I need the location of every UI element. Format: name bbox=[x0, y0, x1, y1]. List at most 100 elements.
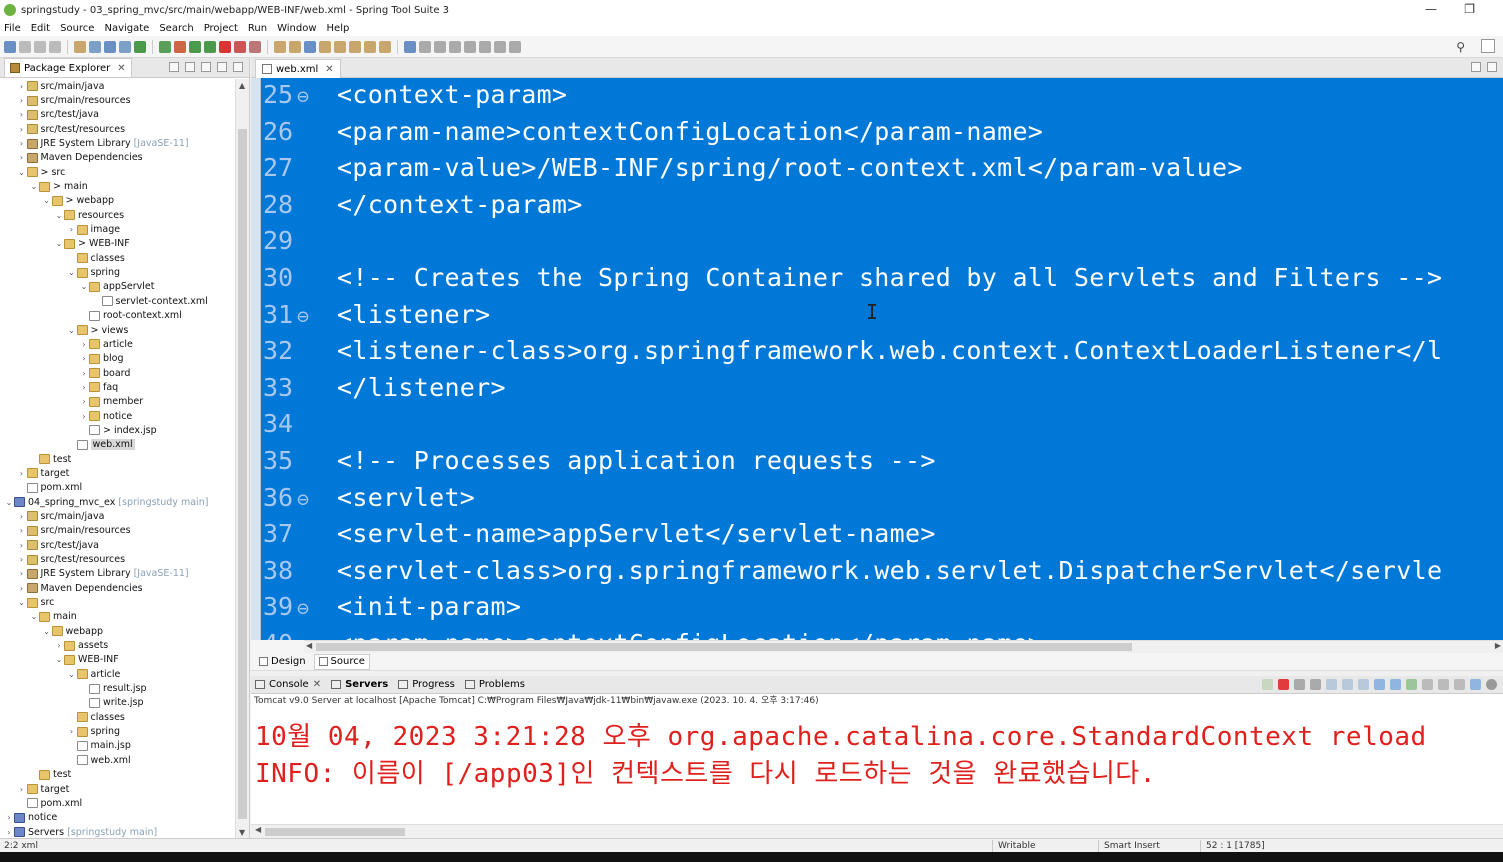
code-editor[interactable]: I 25 ⊖ <context-param> 26 <param-name>conte… bbox=[251, 78, 1503, 640]
scroll-left-icon[interactable]: ◀ bbox=[306, 641, 312, 650]
tree-item[interactable]: test bbox=[0, 452, 234, 466]
collapsed-arrow-icon[interactable]: › bbox=[79, 369, 89, 378]
tree-item[interactable]: › target bbox=[0, 466, 234, 480]
close-icon[interactable]: ✕ bbox=[117, 63, 125, 74]
fold-icon[interactable]: ⊖ bbox=[297, 84, 309, 108]
fold-icon[interactable]: ⊖ bbox=[297, 304, 309, 328]
restore-button[interactable]: ❐ bbox=[1464, 2, 1475, 16]
explorer-scrollbar[interactable]: ▲ ▼ bbox=[235, 79, 249, 839]
tree-item[interactable]: ⌄ main bbox=[0, 610, 234, 624]
scroll-down-icon[interactable]: ▼ bbox=[239, 828, 245, 837]
tab-web-xml[interactable]: web.xml ✕ bbox=[255, 59, 341, 78]
tab-console[interactable]: Console ✕ bbox=[255, 679, 321, 690]
expanded-arrow-icon[interactable]: ⌄ bbox=[42, 627, 52, 636]
minimize-icon[interactable] bbox=[1471, 62, 1481, 72]
collapsed-arrow-icon[interactable]: › bbox=[17, 584, 27, 593]
gear-icon[interactable] bbox=[1486, 679, 1497, 690]
collapsed-arrow-icon[interactable]: › bbox=[17, 110, 27, 119]
tree-item[interactable]: web.xml bbox=[0, 438, 234, 452]
expanded-arrow-icon[interactable]: ⌄ bbox=[29, 182, 39, 191]
tree-item[interactable]: › faq bbox=[0, 380, 234, 394]
clear-console-icon[interactable] bbox=[1326, 679, 1337, 690]
stop-icon[interactable] bbox=[1278, 679, 1289, 690]
minimize-icon[interactable] bbox=[217, 62, 227, 72]
scroll-thumb[interactable] bbox=[265, 828, 405, 836]
open-resource-icon[interactable] bbox=[334, 40, 346, 53]
tree-item[interactable]: pom.xml bbox=[0, 796, 234, 810]
tree-item[interactable]: root-context.xml bbox=[0, 309, 234, 323]
expanded-arrow-icon[interactable]: ⌄ bbox=[79, 282, 89, 291]
open-type-icon[interactable] bbox=[74, 40, 86, 53]
tree-item[interactable]: ⌄ spring bbox=[0, 265, 234, 279]
expanded-arrow-icon[interactable]: ⌄ bbox=[17, 168, 27, 177]
collapsed-arrow-icon[interactable]: › bbox=[17, 785, 27, 794]
restart-icon[interactable] bbox=[1262, 679, 1273, 690]
tree-item[interactable]: › member bbox=[0, 395, 234, 409]
tab-problems[interactable]: Problems bbox=[464, 679, 525, 690]
minimize-button[interactable]: — bbox=[1425, 2, 1437, 16]
fold-icon[interactable]: ⊖ bbox=[297, 487, 309, 511]
tree-item[interactable]: › blog bbox=[0, 352, 234, 366]
tree-item[interactable]: › assets bbox=[0, 638, 234, 652]
toggle-mark-icon[interactable] bbox=[104, 40, 116, 53]
expanded-arrow-icon[interactable]: ⌄ bbox=[42, 196, 52, 205]
back-icon[interactable] bbox=[464, 40, 476, 53]
tree-item[interactable]: › src/main/java bbox=[0, 509, 234, 523]
print-icon[interactable] bbox=[49, 40, 61, 53]
expanded-arrow-icon[interactable]: ⌄ bbox=[17, 598, 27, 607]
run-external-icon[interactable] bbox=[189, 40, 201, 53]
expanded-arrow-icon[interactable]: ⌄ bbox=[54, 211, 64, 220]
tab-servers[interactable]: Servers bbox=[331, 679, 388, 690]
run-icon[interactable] bbox=[174, 40, 186, 53]
tree-item[interactable]: › src/test/java bbox=[0, 108, 234, 122]
expanded-arrow-icon[interactable]: ⌄ bbox=[67, 670, 77, 679]
tree-item[interactable]: › article bbox=[0, 337, 234, 351]
collapsed-arrow-icon[interactable]: › bbox=[79, 412, 89, 421]
collapsed-arrow-icon[interactable]: › bbox=[17, 526, 27, 535]
collapsed-arrow-icon[interactable]: › bbox=[79, 340, 89, 349]
pin-icon[interactable] bbox=[404, 40, 416, 53]
search-icon[interactable] bbox=[89, 40, 101, 53]
editor-hscrollbar[interactable]: ◀ ▶ bbox=[304, 640, 1503, 653]
menu-project[interactable]: Project bbox=[204, 23, 238, 34]
tree-item[interactable]: › JRE System Library [JavaSE-11] bbox=[0, 136, 234, 150]
remove-all-icon[interactable] bbox=[1310, 679, 1321, 690]
new-package-icon[interactable] bbox=[274, 40, 286, 53]
collapse-all-icon[interactable] bbox=[169, 62, 179, 72]
remove-icon[interactable] bbox=[1294, 679, 1305, 690]
scroll-thumb[interactable] bbox=[316, 643, 1132, 651]
new-java-icon[interactable] bbox=[304, 40, 316, 53]
show-on-stdout-icon[interactable] bbox=[1374, 679, 1385, 690]
collapsed-arrow-icon[interactable]: › bbox=[17, 541, 27, 550]
expanded-arrow-icon[interactable]: ⌄ bbox=[4, 498, 14, 507]
menu-file[interactable]: File bbox=[4, 23, 21, 34]
close-icon[interactable]: ✕ bbox=[313, 679, 321, 690]
maximize-icon[interactable] bbox=[1470, 679, 1481, 690]
tree-item[interactable]: › JRE System Library [JavaSE-11] bbox=[0, 567, 234, 581]
collapsed-arrow-icon[interactable]: › bbox=[17, 125, 27, 134]
collapsed-arrow-icon[interactable]: › bbox=[79, 354, 89, 363]
last-edit-icon[interactable] bbox=[449, 40, 461, 53]
quick-access-icon[interactable] bbox=[509, 40, 521, 53]
collapsed-arrow-icon[interactable]: › bbox=[17, 569, 27, 578]
view-menu-icon[interactable] bbox=[201, 62, 211, 72]
tree-item[interactable]: ⌄ appServlet bbox=[0, 280, 234, 294]
tree-item[interactable]: › notice bbox=[0, 811, 234, 825]
open-perspective-icon[interactable] bbox=[494, 40, 506, 53]
tree-item[interactable]: › target bbox=[0, 782, 234, 796]
minimize-icon[interactable] bbox=[1454, 679, 1465, 690]
menu-run[interactable]: Run bbox=[248, 23, 267, 34]
new-class-icon[interactable] bbox=[289, 40, 301, 53]
collapsed-arrow-icon[interactable]: › bbox=[54, 641, 64, 650]
collapsed-arrow-icon[interactable]: › bbox=[17, 153, 27, 162]
maximize-icon[interactable] bbox=[1487, 62, 1497, 72]
tree-item[interactable]: › Maven Dependencies bbox=[0, 581, 234, 595]
tree-item[interactable]: > index.jsp bbox=[0, 423, 234, 437]
tree-item[interactable]: pom.xml bbox=[0, 481, 234, 495]
tree-item[interactable]: ⌄ > src bbox=[0, 165, 234, 179]
tree-item[interactable]: › board bbox=[0, 366, 234, 380]
tree-item[interactable]: ⌄ 04_spring_mvc_ex [springstudy main] bbox=[0, 495, 234, 509]
display-console-icon[interactable] bbox=[1422, 679, 1433, 690]
tree-item[interactable]: classes bbox=[0, 251, 234, 265]
deploy-icon[interactable] bbox=[249, 40, 261, 53]
